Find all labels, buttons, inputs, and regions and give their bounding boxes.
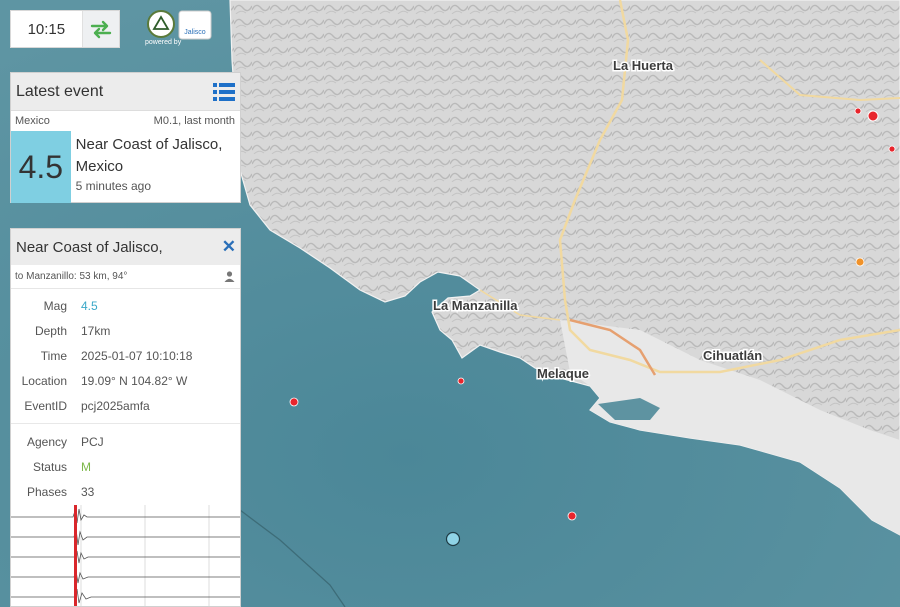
event-marker[interactable] [867, 110, 879, 122]
latest-event-place: Near Coast of Jalisco, Mexico [75, 136, 223, 175]
map-label-cihuatlan: Cihuatlán [703, 348, 762, 363]
row-eventid: EventID pcj2025amfa [11, 393, 240, 418]
event-detail-header: Near Coast of Jalisco, ✕ [11, 229, 240, 265]
row-agency: Agency PCJ [11, 429, 240, 454]
row-value: 2025-01-07 10:10:18 [81, 348, 193, 363]
latest-event-ago: 5 minutes ago [75, 179, 152, 193]
selected-event-marker[interactable] [445, 531, 461, 547]
list-icon[interactable] [212, 81, 236, 103]
map-label-la-huerta: La Huerta [613, 58, 674, 73]
row-value: PCJ [81, 434, 104, 449]
event-marker-older[interactable] [855, 257, 865, 267]
row-value: 33 [81, 484, 95, 499]
divider [11, 423, 240, 424]
event-marker[interactable] [567, 511, 577, 521]
clock-widget: 10:15 [10, 10, 120, 48]
row-label: Depth [34, 323, 67, 338]
row-depth: Depth 17km [11, 318, 240, 343]
row-value: 17km [81, 323, 111, 338]
event-detail-title: Near Coast of Jalisco, [16, 238, 163, 256]
seismogram[interactable] [11, 505, 241, 607]
seal-logo-icon [147, 10, 175, 38]
magnitude-badge: 4.5 [11, 131, 71, 203]
event-marker[interactable] [854, 107, 862, 115]
row-phases: Phases 33 [11, 479, 240, 504]
row-label: Location [21, 373, 67, 388]
row-time: Time 2025-01-07 10:10:18 [11, 343, 240, 368]
row-value: M [81, 459, 91, 474]
latest-event-panel[interactable]: Latest event Mexico M0.1, last month 4.5… [10, 72, 241, 203]
row-value: pcj2025amfa [81, 398, 150, 413]
swap-button[interactable] [81, 11, 119, 47]
swap-arrows-icon [90, 20, 112, 39]
summary-label: M0.1, last month [153, 115, 235, 127]
powered-by-text: powered by [145, 39, 182, 46]
latest-event-header: Latest event [11, 73, 240, 111]
latest-event-meta: Mexico M0.1, last month [11, 111, 240, 131]
row-label: Phases [26, 484, 67, 499]
latest-event-info: Near Coast of Jalisco, Mexico 5 minutes … [71, 131, 240, 203]
row-label: EventID [24, 398, 67, 413]
row-label: Time [40, 348, 67, 363]
map-label-la-manzanilla: La Manzanilla [433, 298, 518, 313]
row-value: 19.09° N 104.82° W [81, 373, 188, 388]
close-icon[interactable]: ✕ [222, 237, 236, 257]
event-marker[interactable] [457, 377, 465, 385]
latest-event-title: Latest event [16, 82, 104, 100]
map-label-melaque: Melaque [537, 366, 589, 381]
row-label: Mag [43, 298, 67, 313]
row-mag: Mag 4.5 [11, 293, 240, 318]
region-label: Mexico [15, 115, 50, 127]
event-marker[interactable] [289, 397, 299, 407]
jalisco-logo-text: Jalisco [184, 29, 206, 36]
detail-rows: Mag 4.5 Depth 17km Time 2025-01-07 10:10… [11, 289, 240, 504]
row-status: Status M [11, 454, 240, 479]
clock-time: 10:15 [27, 20, 66, 38]
row-label: Agency [26, 434, 67, 449]
row-value: 4.5 [81, 298, 98, 313]
distance-text: to Manzanillo: 53 km, 94° [15, 271, 128, 282]
row-location: Location 19.09° N 104.82° W [11, 368, 240, 393]
row-label: Status [32, 459, 67, 474]
person-icon[interactable] [224, 271, 235, 282]
distance-row: to Manzanillo: 53 km, 94° [11, 265, 240, 289]
pick-marker [74, 505, 77, 606]
event-marker[interactable] [888, 145, 896, 153]
event-detail-panel[interactable]: Near Coast of Jalisco, ✕ to Manzanillo: … [10, 228, 241, 607]
latest-event-body[interactable]: 4.5 Near Coast of Jalisco, Mexico 5 minu… [11, 131, 240, 203]
